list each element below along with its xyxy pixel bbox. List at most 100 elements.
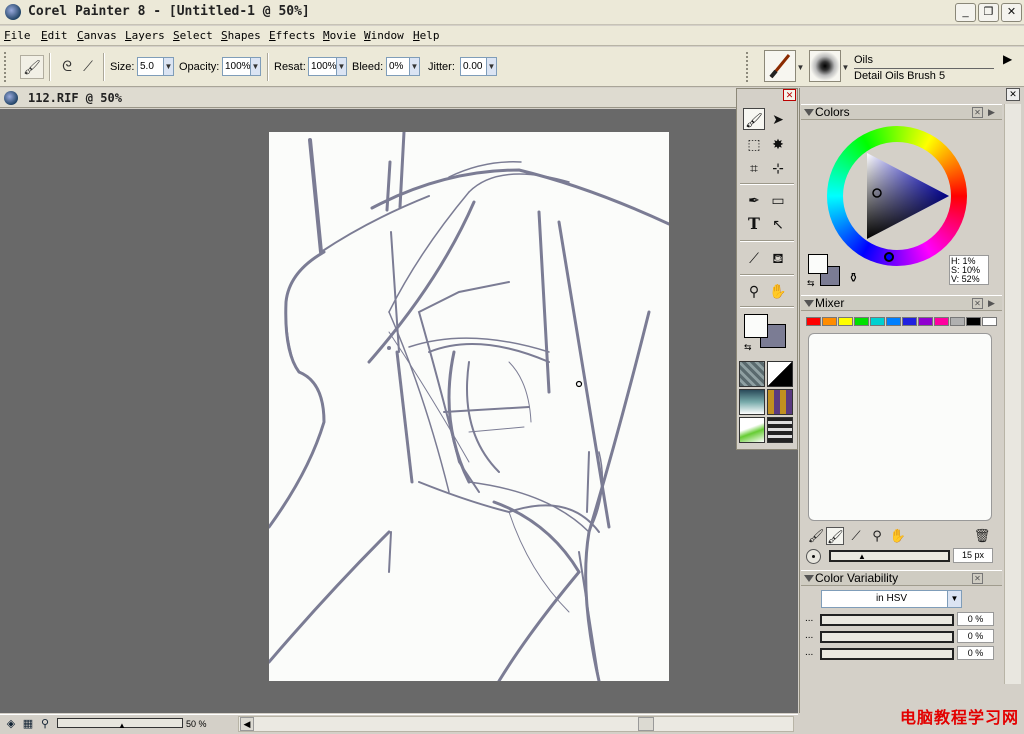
mixer-sample-color-icon[interactable]: ⟋ <box>847 527 865 545</box>
mixer-zoom-icon[interactable]: ⚲ <box>868 527 886 545</box>
mixer-panel-menu-icon[interactable]: ▶ <box>988 298 995 309</box>
menu-shapes[interactable]: Shapes <box>221 29 261 42</box>
mixer-slider-thumb[interactable]: ▲ <box>858 552 866 561</box>
close-button[interactable]: ✕ <box>1001 3 1022 22</box>
opacity-dropdown-button[interactable]: ▼ <box>250 57 261 76</box>
palette-scrollbar[interactable] <box>1004 104 1021 684</box>
mixer-clear-trash-icon[interactable]: 🗑 <box>973 527 991 545</box>
saturation-value-triangle[interactable] <box>845 145 949 247</box>
mixer-swatch[interactable] <box>838 317 853 326</box>
mixer-swatch[interactable] <box>918 317 933 326</box>
toolbox-close-button[interactable]: ✕ <box>783 89 796 101</box>
tracing-paper-icon[interactable]: ◈ <box>4 717 18 731</box>
pattern-library-icon[interactable] <box>739 389 765 415</box>
size-field[interactable]: 5.0 <box>137 57 164 76</box>
mixer-panel-close-icon[interactable]: ✕ <box>972 298 983 309</box>
resat-field[interactable]: 100% <box>308 57 337 76</box>
mixer-apply-color-icon[interactable]: 🖌 <box>826 527 844 545</box>
magic-wand-icon[interactable]: ✸ <box>767 133 789 155</box>
mixer-swatch[interactable] <box>934 317 949 326</box>
zoom-value[interactable]: 50 % <box>186 717 226 731</box>
horizontal-scroll-thumb[interactable] <box>638 717 654 731</box>
weave-library-icon[interactable] <box>767 389 793 415</box>
pen-icon[interactable]: ✒ <box>743 189 765 211</box>
straight-line-stroke-icon[interactable]: ⟋ <box>76 55 100 79</box>
paper-library-icon[interactable] <box>739 361 765 387</box>
menu-select[interactable]: Select <box>173 29 213 42</box>
menu-window[interactable]: Window <box>364 29 404 42</box>
horizontal-scrollbar[interactable] <box>238 716 794 732</box>
resat-dropdown-button[interactable]: ▼ <box>336 57 347 76</box>
bleed-field[interactable]: 0% <box>386 57 410 76</box>
clone-color-stamp-icon[interactable]: ⚱ <box>848 270 859 286</box>
mixer-dirty-brush-icon[interactable]: 🖌 <box>807 527 825 545</box>
mixer-brush-size-value[interactable]: 15 px <box>953 548 993 563</box>
brush-icon[interactable]: 🖌 <box>743 108 765 130</box>
mixer-swatch[interactable] <box>902 317 917 326</box>
mixer-swatch[interactable] <box>854 317 869 326</box>
jitter-field[interactable]: 0.00 <box>460 57 487 76</box>
grid-toggle-icon[interactable]: ▦ <box>21 717 35 731</box>
colors-panel-menu-icon[interactable]: ▶ <box>988 107 995 118</box>
document-icon[interactable] <box>4 91 18 105</box>
menu-edit[interactable]: Edit <box>41 29 68 42</box>
colors-main-swatch[interactable] <box>808 254 828 274</box>
mixer-swatch[interactable] <box>950 317 965 326</box>
mixer-swatch[interactable] <box>870 317 885 326</box>
gradient-library-icon[interactable] <box>767 361 793 387</box>
oils-brush-category-icon[interactable] <box>764 50 796 82</box>
menu-help[interactable]: Help <box>413 29 440 42</box>
collapse-triangle-icon[interactable] <box>804 109 814 116</box>
brush-selector-grip[interactable] <box>746 52 750 82</box>
palette-stack-close-button[interactable]: ✕ <box>1006 88 1020 101</box>
variability-mode-dropdown-icon[interactable]: ▼ <box>947 591 961 607</box>
dropper-icon[interactable]: ⟋ <box>743 247 765 269</box>
zoom-magnifier-icon[interactable]: ⚲ <box>38 717 52 731</box>
minimize-button[interactable]: _ <box>955 3 976 22</box>
menu-movie[interactable]: Movie <box>323 29 356 42</box>
colors-swap-icon[interactable]: ⇆ <box>807 278 815 289</box>
mixer-pad[interactable] <box>808 333 992 521</box>
mixer-swatch[interactable] <box>982 317 997 326</box>
transform-icon[interactable]: ⊹ <box>767 157 789 179</box>
brush-menu-arrow-icon[interactable]: ▶ <box>1003 52 1012 66</box>
hue-variability-value[interactable]: 0 % <box>957 612 994 626</box>
look-library-icon[interactable] <box>767 417 793 443</box>
mixer-swatch[interactable] <box>822 317 837 326</box>
menu-canvas[interactable]: Canvas <box>77 29 117 42</box>
opacity-field[interactable]: 100% <box>222 57 251 76</box>
saturation-variability-slider[interactable] <box>820 631 954 643</box>
menu-layers[interactable]: Layers <box>125 29 165 42</box>
value-variability-value[interactable]: 0 % <box>957 646 994 660</box>
size-dropdown-button[interactable]: ▼ <box>163 57 174 76</box>
menu-file[interactable]: File <box>4 29 31 42</box>
shape-select-icon[interactable]: ↖ <box>767 213 789 235</box>
menu-effects[interactable]: Effects <box>269 29 315 42</box>
saturation-variability-value[interactable]: 0 % <box>957 629 994 643</box>
variability-mode-select[interactable]: in HSV <box>821 590 962 608</box>
jitter-dropdown-button[interactable]: ▼ <box>486 57 497 76</box>
mixer-swatch[interactable] <box>886 317 901 326</box>
scroll-left-button[interactable]: ◀ <box>240 717 254 731</box>
magnifier-icon[interactable]: ⚲ <box>743 280 765 302</box>
hue-variability-slider[interactable] <box>820 614 954 626</box>
zoom-slider-thumb[interactable]: ▲ <box>118 721 126 730</box>
collapse-triangle-icon[interactable] <box>804 575 814 582</box>
swap-colors-icon[interactable]: ⇆ <box>744 342 752 353</box>
main-color-swatch[interactable] <box>744 314 768 338</box>
mixer-pan-icon[interactable]: ✋ <box>889 527 907 545</box>
layer-adjuster-icon[interactable]: ➤ <box>767 108 789 130</box>
rect-select-icon[interactable]: ⬚ <box>743 133 765 155</box>
colors-panel-close-icon[interactable]: ✕ <box>972 107 983 118</box>
nozzle-library-icon[interactable] <box>739 417 765 443</box>
mixer-swatch[interactable] <box>966 317 981 326</box>
brush-category-dropdown[interactable]: ▼ <box>795 59 806 77</box>
mixer-brush-size-slider[interactable] <box>829 550 950 562</box>
bleed-dropdown-button[interactable]: ▼ <box>409 57 420 76</box>
brush-tool-icon[interactable]: 🖌 <box>20 55 44 79</box>
paint-bucket-icon[interactable]: ⛾ <box>767 247 789 269</box>
rectangle-shape-icon[interactable]: ▭ <box>767 189 789 211</box>
hue-ring-marker[interactable] <box>884 252 894 262</box>
value-variability-slider[interactable] <box>820 648 954 660</box>
text-icon[interactable]: T <box>743 213 765 235</box>
